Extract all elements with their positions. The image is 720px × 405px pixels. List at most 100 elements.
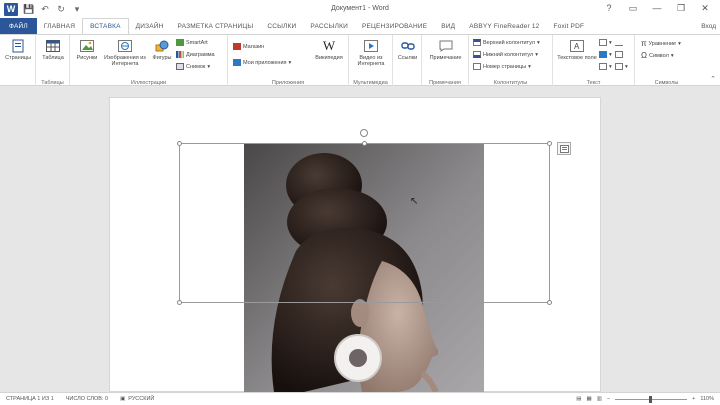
signin-link[interactable]: Вход — [701, 18, 720, 34]
restore-button[interactable]: ❐ — [670, 1, 692, 15]
footer-button[interactable]: Нижний колонтитул ▾ — [473, 51, 538, 58]
pages-button[interactable]: Страницы — [3, 38, 33, 61]
group-apps: Магазин Мои приложения ▾ W Википедия При… — [228, 35, 349, 87]
online-picture-icon — [118, 38, 133, 53]
tab-page-layout[interactable]: РАЗМЕТКА СТРАНИЦЫ — [171, 18, 261, 34]
signature-line-button[interactable] — [615, 39, 623, 46]
chevron-down-icon: ▾ — [609, 39, 612, 46]
minimize-button[interactable]: — — [646, 1, 668, 15]
pages-icon — [11, 38, 26, 53]
symbol-button[interactable]: Ω Символ ▾ — [641, 51, 674, 60]
equation-button[interactable]: π Уравнение ▾ — [641, 39, 681, 48]
pictures-button[interactable]: Рисунки — [74, 38, 100, 61]
my-apps-button[interactable]: Мои приложения ▾ — [233, 59, 291, 66]
online-video-button[interactable]: Видео из Интернета — [352, 38, 390, 67]
word-count[interactable]: ЧИСЛО СЛОВ: 0 — [60, 396, 114, 402]
table-label: Таблица — [42, 55, 64, 61]
smartart-button[interactable]: SmartArt — [176, 39, 208, 46]
video-icon — [364, 38, 379, 53]
chart-button[interactable]: Диаграмма — [176, 51, 215, 58]
quick-parts-icon — [599, 39, 607, 46]
symbol-label: Символ — [648, 52, 669, 59]
date-time-icon — [615, 51, 623, 58]
resize-handle[interactable] — [547, 300, 552, 305]
links-button[interactable]: Ссылки — [395, 38, 420, 61]
tab-insert[interactable]: ВСТАВКА — [82, 18, 129, 34]
group-symbols: π Уравнение ▾ Ω Символ ▾ Символы — [635, 35, 698, 87]
tab-abbyy[interactable]: ABBYY FineReader 12 — [462, 18, 546, 34]
ribbon: Страницы Таблица Таблицы Рисунки Изображ… — [0, 34, 720, 87]
print-layout-icon[interactable]: ▦ — [586, 396, 591, 402]
mouse-cursor-icon: ↖ — [410, 196, 419, 207]
header-label: Верхний колонтитул — [483, 39, 535, 46]
store-button[interactable]: Магазин — [233, 43, 264, 50]
group-illustrations: Рисунки Изображения из Интернета Фигуры … — [70, 35, 228, 87]
header-button[interactable]: Верхний колонтитул ▾ — [473, 39, 540, 46]
wordart-button[interactable]: ▾ — [599, 51, 612, 58]
rotate-handle-icon[interactable] — [360, 129, 368, 137]
zoom-level[interactable]: 110% — [700, 396, 714, 402]
tab-review[interactable]: РЕЦЕНЗИРОВАНИЕ — [355, 18, 434, 34]
tab-foxit[interactable]: Foxit PDF — [546, 18, 591, 34]
collapse-ribbon-icon[interactable]: ⌃ — [710, 75, 716, 83]
dropcap-button[interactable]: ▾ — [599, 63, 612, 70]
online-pictures-label: Изображения из Интернета — [104, 55, 146, 67]
zoom-slider-thumb[interactable] — [649, 395, 653, 403]
wikipedia-label: Википедия — [315, 55, 343, 61]
chevron-down-icon: ▾ — [625, 63, 628, 70]
quick-parts-button[interactable]: ▾ — [599, 39, 612, 46]
date-time-button[interactable] — [615, 51, 623, 58]
group-tables: Таблица Таблицы — [36, 35, 70, 87]
proofing-icon: ▣ — [120, 396, 126, 402]
footer-label: Нижний колонтитул — [483, 51, 534, 58]
chart-label: Диаграмма — [186, 51, 215, 58]
textbox-button[interactable]: A Текстовое поле — [556, 38, 598, 61]
screenshot-button[interactable]: Снимок ▾ — [176, 63, 210, 70]
signature-line-icon — [615, 39, 623, 46]
help-button[interactable]: ? — [598, 1, 620, 15]
wikipedia-button[interactable]: W Википедия — [312, 38, 346, 62]
layout-options-button[interactable] — [557, 142, 571, 155]
shapes-button[interactable]: Фигуры — [150, 38, 174, 61]
close-button[interactable]: ✕ — [694, 1, 716, 15]
page-count[interactable]: СТРАНИЦА 1 ИЗ 1 — [0, 396, 60, 402]
chevron-down-icon: ▾ — [207, 63, 211, 70]
textbox-label: Текстовое поле — [557, 55, 597, 61]
svg-text:A: A — [574, 42, 580, 51]
zoom-out-icon[interactable]: − — [607, 396, 610, 402]
link-icon — [400, 38, 415, 53]
shapes-label: Фигуры — [152, 55, 172, 61]
tab-design[interactable]: ДИЗАЙН — [129, 18, 171, 34]
screenshot-label: Снимок — [186, 63, 206, 70]
object-icon — [615, 63, 623, 70]
resize-handle[interactable] — [177, 141, 182, 146]
resize-handle[interactable] — [362, 141, 367, 146]
resize-handle[interactable] — [177, 300, 182, 305]
tab-references[interactable]: ССЫЛКИ — [260, 18, 303, 34]
table-button[interactable]: Таблица — [39, 38, 67, 61]
zoom-slider[interactable] — [615, 395, 688, 403]
comment-label: Примечание — [429, 55, 462, 61]
resize-handle[interactable] — [547, 141, 552, 146]
tab-view[interactable]: ВИД — [434, 18, 462, 34]
inserted-picture[interactable] — [244, 143, 484, 392]
chevron-down-icon: ▾ — [678, 40, 681, 47]
zoom-in-icon[interactable]: + — [692, 396, 695, 402]
page-number-button[interactable]: Номер страницы ▾ — [473, 63, 531, 70]
tab-mailings[interactable]: РАССЫЛКИ — [303, 18, 355, 34]
page-number-icon — [473, 63, 481, 70]
tab-home[interactable]: ГЛАВНАЯ — [37, 18, 82, 34]
store-icon — [233, 43, 241, 50]
web-layout-icon[interactable]: ▥ — [597, 396, 602, 402]
ribbon-display-options-button[interactable]: ▭ — [622, 1, 644, 15]
proofing-status[interactable]: ▣ РУССКИЙ — [114, 396, 160, 402]
my-apps-icon — [233, 59, 241, 66]
object-button[interactable]: ▾ — [615, 63, 628, 70]
tab-file[interactable]: ФАЙЛ — [0, 18, 37, 34]
comment-button[interactable]: Примечание — [425, 38, 466, 61]
page-number-label: Номер страницы — [483, 63, 527, 70]
read-mode-icon[interactable]: ▤ — [576, 396, 581, 402]
picture-icon — [80, 38, 95, 53]
ribbon-tabs: ФАЙЛ ГЛАВНАЯ ВСТАВКА ДИЗАЙН РАЗМЕТКА СТР… — [0, 18, 720, 34]
online-pictures-button[interactable]: Изображения из Интернета — [103, 38, 147, 67]
